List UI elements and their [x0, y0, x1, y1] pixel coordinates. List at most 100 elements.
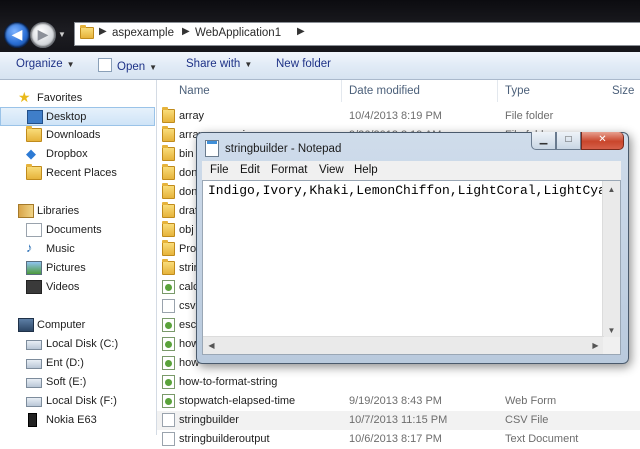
nav-computer[interactable]: Computer — [0, 316, 155, 335]
column-divider[interactable] — [497, 80, 498, 102]
column-header-date-modified[interactable]: Date modified — [349, 85, 420, 97]
star-icon: ★ — [18, 89, 31, 105]
drive-icon — [26, 397, 42, 407]
scrollbar-corner — [603, 337, 620, 354]
file-row[interactable]: stringbuilder 10/7/2013 11:15 PM CSV File — [157, 411, 640, 430]
drive-icon — [26, 359, 42, 369]
vertical-scrollbar[interactable]: ▲ ▼ — [602, 181, 620, 339]
file-row[interactable]: how-to-format-string — [157, 373, 640, 392]
forward-button[interactable]: ▶ — [30, 22, 56, 48]
folder-icon — [80, 25, 94, 39]
breadcrumb-separator-icon[interactable]: ▶ — [182, 26, 190, 37]
horizontal-scrollbar[interactable]: ◀ ▶ — [203, 336, 604, 354]
organize-button[interactable]: Organize ▼ — [16, 58, 75, 70]
address-field[interactable]: ▶ aspexample ▶ WebApplication1 ▶ — [74, 22, 640, 46]
file-row[interactable]: array 10/4/2013 8:19 PM File folder — [157, 107, 640, 126]
open-button[interactable]: Open ▼ — [98, 58, 157, 73]
file-name: don — [179, 167, 198, 179]
recent-places-icon — [26, 164, 42, 180]
breadcrumb-aspexample[interactable]: aspexample — [112, 27, 174, 39]
column-header-type[interactable]: Type — [505, 85, 530, 97]
notepad-window[interactable]: stringbuilder - Notepad ▁ □ ✕ File Edit … — [196, 132, 629, 364]
menu-edit[interactable]: Edit — [240, 164, 260, 176]
desktop-icon — [27, 110, 43, 124]
minimize-icon: ▁ — [539, 134, 548, 145]
breadcrumb-separator-icon[interactable]: ▶ — [99, 26, 107, 37]
nav-documents[interactable]: Documents — [0, 221, 155, 240]
close-icon: ✕ — [598, 134, 607, 145]
column-header-size[interactable]: Size — [612, 85, 634, 97]
chevron-down-icon: ▼ — [66, 60, 75, 69]
scroll-right-icon[interactable]: ▶ — [588, 338, 603, 353]
share-with-button[interactable]: Share with ▼ — [186, 58, 252, 70]
nav-desktop[interactable]: Desktop — [0, 107, 155, 126]
menu-file[interactable]: File — [210, 164, 229, 176]
menu-format[interactable]: Format — [271, 164, 307, 176]
recent-pages-dropdown-icon[interactable]: ▼ — [58, 30, 66, 39]
close-button[interactable]: ✕ — [581, 132, 624, 150]
column-header-name[interactable]: Name — [179, 85, 210, 97]
drive-icon — [26, 340, 42, 350]
downloads-folder-icon — [26, 126, 42, 142]
back-arrow-icon: ◀ — [11, 26, 23, 42]
file-name: array — [179, 110, 205, 122]
pictures-icon — [26, 261, 42, 275]
folder-icon — [162, 164, 175, 180]
folder-icon — [162, 259, 175, 275]
folder-icon — [162, 126, 175, 142]
nav-local-disk-c[interactable]: Local Disk (C:) — [0, 335, 155, 354]
nav-pictures[interactable]: Pictures — [0, 259, 155, 278]
file-name: obj — [179, 224, 194, 236]
file-type: Web Form — [505, 395, 557, 407]
nav-local-disk-f[interactable]: Local Disk (F:) — [0, 392, 155, 411]
nav-videos[interactable]: Videos — [0, 278, 155, 297]
nav-downloads[interactable]: Downloads — [0, 126, 155, 145]
file-type: File folder — [505, 110, 554, 122]
file-row[interactable]: stringbuilderoutput 10/6/2013 8:17 PM Text… — [157, 430, 640, 449]
document-icon — [162, 299, 175, 313]
dropbox-icon: ◆ — [26, 146, 36, 161]
nav-favorites[interactable]: ★ Favorites — [0, 89, 155, 108]
notepad-icon[interactable] — [205, 140, 219, 157]
breadcrumb-separator-icon[interactable]: ▶ — [297, 26, 305, 37]
web-form-icon — [162, 280, 175, 294]
nav-nokia-e63[interactable]: Nokia E63 — [0, 411, 155, 430]
minimize-button[interactable]: ▁ — [531, 132, 556, 150]
menu-help[interactable]: Help — [354, 164, 378, 176]
notepad-title: stringbuilder - Notepad — [225, 143, 342, 155]
new-folder-button[interactable]: New folder — [276, 58, 331, 70]
forward-arrow-icon: ▶ — [37, 26, 49, 42]
back-button[interactable]: ◀ — [4, 22, 30, 48]
folder-icon — [162, 221, 175, 237]
nav-libraries[interactable]: Libraries — [0, 202, 155, 221]
folder-icon — [162, 107, 175, 123]
nav-soft-e[interactable]: Soft (E:) — [0, 373, 155, 392]
notepad-menubar: File Edit Format View Help — [202, 161, 621, 181]
file-name: how-to-format-string — [179, 376, 278, 388]
maximize-icon: □ — [565, 134, 572, 145]
nav-recent-places[interactable]: Recent Places — [0, 164, 155, 183]
folder-icon — [162, 183, 175, 199]
nav-music[interactable]: ♪ Music — [0, 240, 155, 259]
file-date-modified: 9/19/2013 8:43 PM — [349, 395, 442, 407]
column-divider[interactable] — [341, 80, 342, 102]
notepad-text-area[interactable]: Indigo,Ivory,Khaki,LemonChiffon,LightCor… — [202, 180, 621, 355]
file-name: don — [179, 186, 198, 198]
file-row[interactable]: stopwatch-elapsed-time 9/19/2013 8:43 PM W… — [157, 392, 640, 411]
music-note-icon: ♪ — [26, 240, 33, 255]
web-form-icon — [162, 394, 175, 408]
file-name: stringbuilder — [179, 414, 239, 426]
menu-view[interactable]: View — [319, 164, 344, 176]
scroll-up-icon[interactable]: ▲ — [604, 182, 619, 197]
breadcrumb-webapplication1[interactable]: WebApplication1 — [195, 27, 281, 39]
scroll-down-icon[interactable]: ▼ — [604, 323, 619, 338]
nav-dropbox[interactable]: ◆ Dropbox — [0, 145, 155, 164]
nav-ent-d[interactable]: Ent (D:) — [0, 354, 155, 373]
videos-icon — [26, 280, 42, 294]
folder-icon — [162, 240, 175, 256]
address-bar-area: ◀ ▶ ▼ ▶ aspexample ▶ WebApplication1 ▶ — [0, 0, 640, 52]
scroll-left-icon[interactable]: ◀ — [204, 338, 219, 353]
maximize-button[interactable]: □ — [556, 132, 581, 150]
phone-icon — [28, 413, 37, 427]
navigation-pane: ★ Favorites Desktop Downloads ◆ Dropbox … — [0, 80, 157, 435]
